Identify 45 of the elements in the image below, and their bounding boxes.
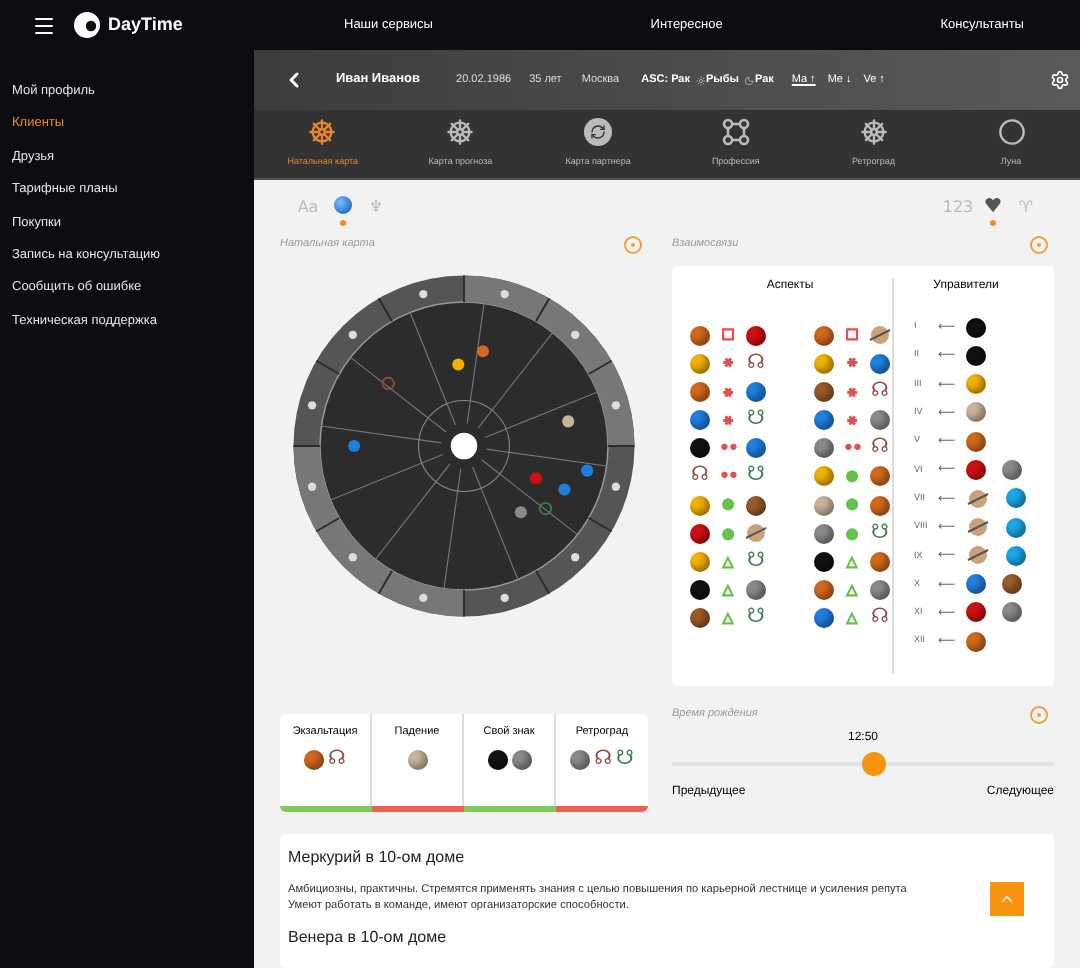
settings-icon[interactable] — [1050, 70, 1070, 90]
node-symbol: ☋ — [747, 552, 765, 572]
node-symbol: ☊ — [747, 353, 765, 374]
slider-thumb[interactable] — [862, 752, 887, 776]
menu-icon[interactable] — [32, 13, 56, 37]
ringed-planet-icon — [966, 544, 990, 567]
node-symbol: ☊ — [594, 750, 612, 771]
node-marker — [538, 501, 553, 516]
node-symbol: ☊ — [328, 750, 346, 771]
node-symbol: ☋ — [616, 750, 634, 771]
circle-icon — [997, 118, 1026, 147]
planet-marker — [581, 464, 594, 477]
node-symbol: ☋ — [747, 410, 765, 431]
planet-marker — [562, 415, 575, 428]
article-heading: Венера в 10-ом доме — [288, 926, 449, 950]
ringed-planet-icon — [966, 516, 990, 539]
logo-text[interactable]: DayTime — [108, 11, 183, 39]
chevron-up-icon — [998, 890, 1016, 908]
planet-marker — [558, 483, 571, 496]
planet-marker — [514, 506, 527, 519]
planet-marker — [348, 439, 361, 453]
network-square-icon — [721, 118, 750, 147]
node-symbol: ☋ — [871, 523, 889, 544]
planet-marker — [476, 345, 489, 358]
planet-marker — [529, 472, 543, 485]
node-marker — [381, 376, 395, 391]
article-heading: Меркурий в 10-ом доме — [288, 846, 467, 870]
node-symbol: ☊ — [871, 438, 889, 459]
node-symbol: ☊ — [871, 608, 889, 629]
node-symbol: ☋ — [747, 466, 765, 487]
wheel-icon — [308, 118, 337, 147]
refresh-icon — [584, 118, 613, 147]
ringed-planet-icon — [868, 324, 892, 346]
planet-marker — [452, 358, 465, 371]
ringed-planet-icon — [744, 522, 768, 545]
ringed-planet-icon — [966, 487, 990, 510]
wheel-icon — [446, 118, 475, 147]
wheel-icon — [859, 118, 888, 147]
moon-icon — [744, 75, 755, 85]
node-symbol: ☊ — [691, 466, 709, 487]
logo-icon — [74, 12, 100, 38]
sun-icon — [696, 75, 706, 85]
node-symbol: ☋ — [747, 608, 765, 629]
heart-glyph-icon[interactable] — [983, 196, 1001, 214]
node-symbol: ☊ — [871, 381, 889, 402]
